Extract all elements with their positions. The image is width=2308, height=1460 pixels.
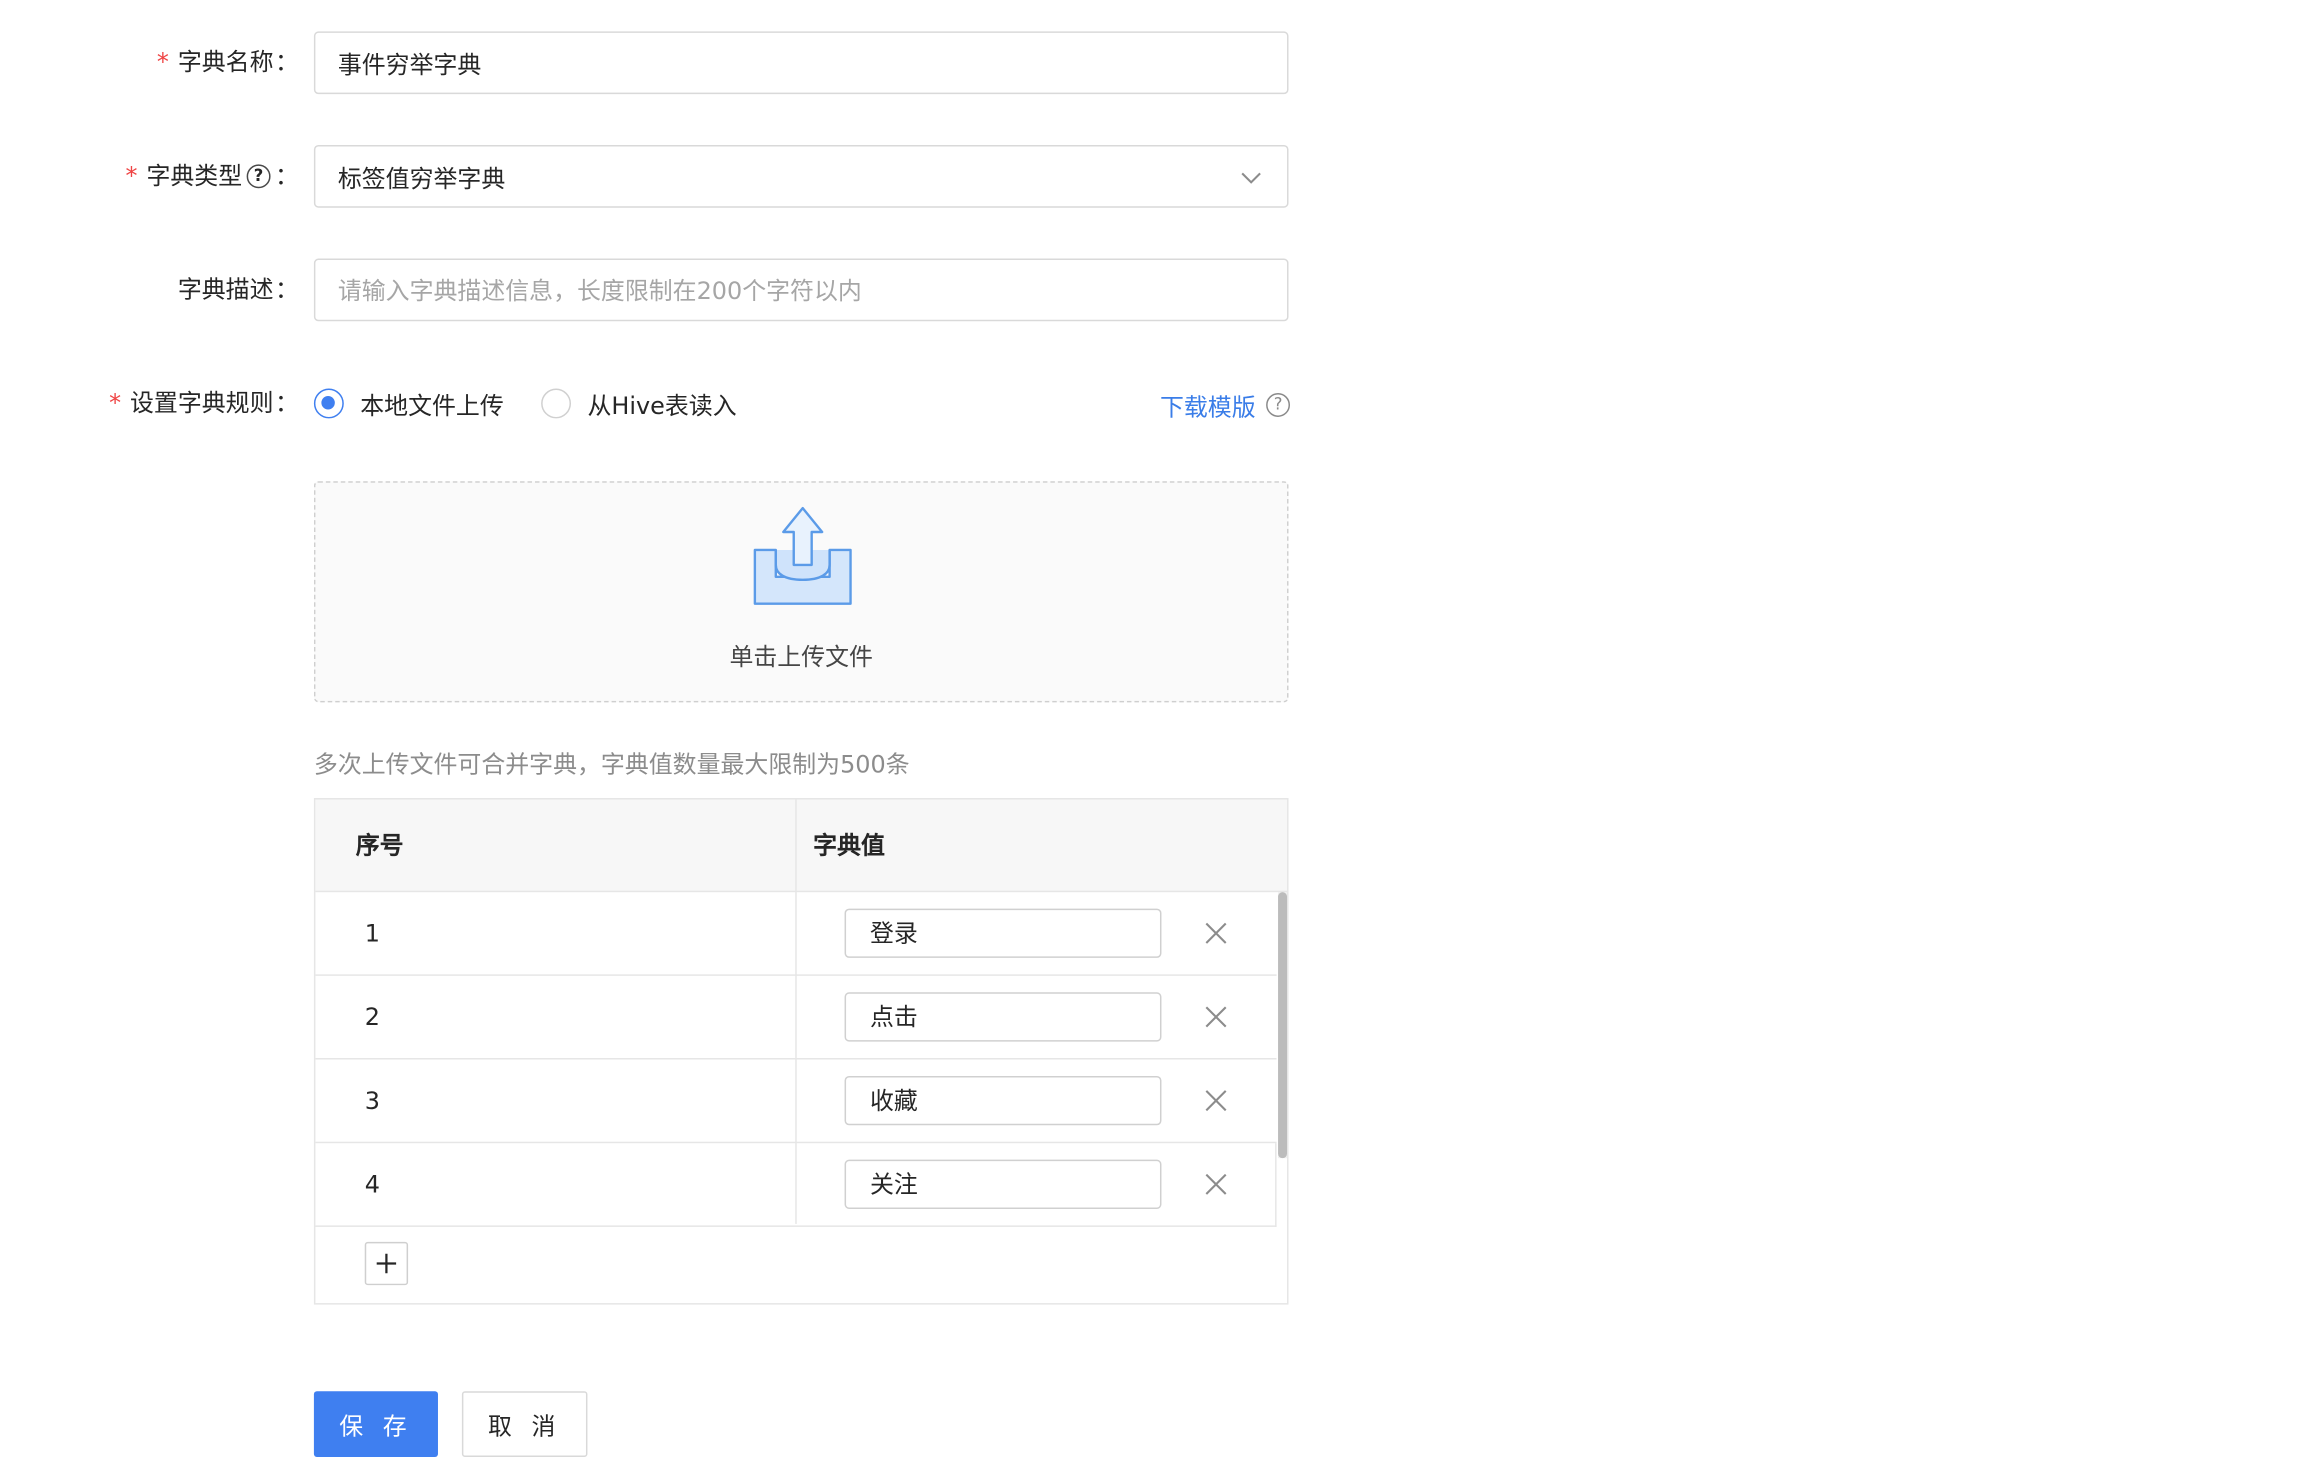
dict-desc-input[interactable] bbox=[337, 275, 1265, 305]
dict-desc-label-text: 字典描述 bbox=[177, 274, 274, 304]
plus-icon bbox=[376, 1253, 397, 1274]
dict-type-label-text: 字典类型 bbox=[146, 161, 243, 190]
label-colon: ： bbox=[275, 161, 299, 190]
dict-rules-label-text: 设置字典规则 bbox=[130, 388, 274, 417]
table-header: 序号 字典值 bbox=[315, 799, 1288, 893]
dict-desc-field[interactable] bbox=[313, 258, 1289, 322]
table-row: 1 登录 bbox=[315, 892, 1277, 976]
scrollbar-thumb[interactable] bbox=[1278, 892, 1288, 1159]
radio-hive-import-label: 从Hive表读入 bbox=[587, 391, 737, 420]
dict-type-label: * 字典类型 ? ： bbox=[126, 143, 299, 207]
label-colon: ： bbox=[275, 47, 299, 77]
required-mark: * bbox=[125, 161, 138, 190]
dict-name-label-text: 字典名称 bbox=[177, 47, 274, 77]
row-index: 2 bbox=[364, 1002, 380, 1032]
dict-desc-label: 字典描述 ： bbox=[178, 257, 299, 321]
required-mark: * bbox=[156, 47, 169, 77]
table-row: 4 关注 bbox=[315, 1143, 1277, 1227]
dictionary-form-page: * 字典名称 ： * 字典类型 ? ： 标签值穷举字典 字典描述 ： * 设置字… bbox=[0, 0, 2308, 1460]
radio-checked-icon[interactable] bbox=[313, 388, 344, 419]
upload-inbox-icon bbox=[753, 506, 852, 605]
row-index: 4 bbox=[364, 1170, 380, 1199]
dict-name-label: * 字典名称 ： bbox=[157, 30, 299, 94]
close-icon[interactable] bbox=[1203, 1172, 1228, 1197]
radio-local-upload-label: 本地文件上传 bbox=[360, 391, 504, 420]
radio-local-upload[interactable]: 本地文件上传 bbox=[313, 386, 504, 422]
row-value-input[interactable]: 收藏 bbox=[844, 1075, 1162, 1126]
upload-text: 单击上传文件 bbox=[729, 642, 873, 671]
column-header-value: 字典值 bbox=[813, 830, 885, 860]
table-row: 3 收藏 bbox=[315, 1060, 1277, 1144]
close-icon[interactable] bbox=[1203, 921, 1228, 946]
add-row-button[interactable] bbox=[364, 1241, 409, 1286]
upload-hint: 多次上传文件可合并字典，字典值数量最大限制为500条 bbox=[313, 750, 910, 779]
dict-name-input[interactable] bbox=[337, 48, 1265, 77]
dict-type-selected-value: 标签值穷举字典 bbox=[337, 164, 506, 193]
table-scrollbar[interactable] bbox=[1278, 892, 1288, 1159]
required-mark: * bbox=[109, 388, 122, 417]
upload-dropzone[interactable]: 单击上传文件 bbox=[313, 481, 1289, 703]
row-index: 1 bbox=[364, 919, 380, 948]
row-value-input[interactable]: 登录 bbox=[844, 908, 1162, 958]
question-circle-icon[interactable]: ? bbox=[246, 163, 271, 188]
radio-hive-import[interactable]: 从Hive表读入 bbox=[541, 386, 737, 422]
label-colon: ： bbox=[275, 274, 299, 304]
close-icon[interactable] bbox=[1203, 1004, 1228, 1029]
close-icon[interactable] bbox=[1203, 1088, 1228, 1113]
label-colon: ： bbox=[275, 388, 299, 417]
cancel-button[interactable]: 取 消 bbox=[461, 1391, 588, 1458]
save-button[interactable]: 保 存 bbox=[313, 1391, 438, 1458]
download-template-text[interactable]: 下载模版 bbox=[1160, 387, 1256, 423]
download-template-link[interactable]: 下载模版 ? bbox=[1160, 387, 1293, 423]
row-value-input[interactable]: 关注 bbox=[844, 1159, 1162, 1209]
table-row: 2 点击 bbox=[315, 976, 1277, 1060]
dict-type-select[interactable]: 标签值穷举字典 bbox=[313, 144, 1289, 208]
chevron-down-icon bbox=[1241, 172, 1261, 184]
column-header-index: 序号 bbox=[355, 830, 404, 860]
dict-values-table: 序号 字典值 1 登录 2 点击 3 收藏 4 关注 bbox=[313, 798, 1289, 1305]
question-circle-icon[interactable]: ? bbox=[1266, 393, 1291, 417]
row-index: 3 bbox=[364, 1086, 380, 1115]
dict-rules-label: * 设置字典规则 ： bbox=[109, 371, 299, 435]
radio-unchecked-icon[interactable] bbox=[541, 388, 572, 419]
dict-name-field[interactable] bbox=[313, 31, 1289, 95]
row-value-input[interactable]: 点击 bbox=[844, 992, 1162, 1042]
